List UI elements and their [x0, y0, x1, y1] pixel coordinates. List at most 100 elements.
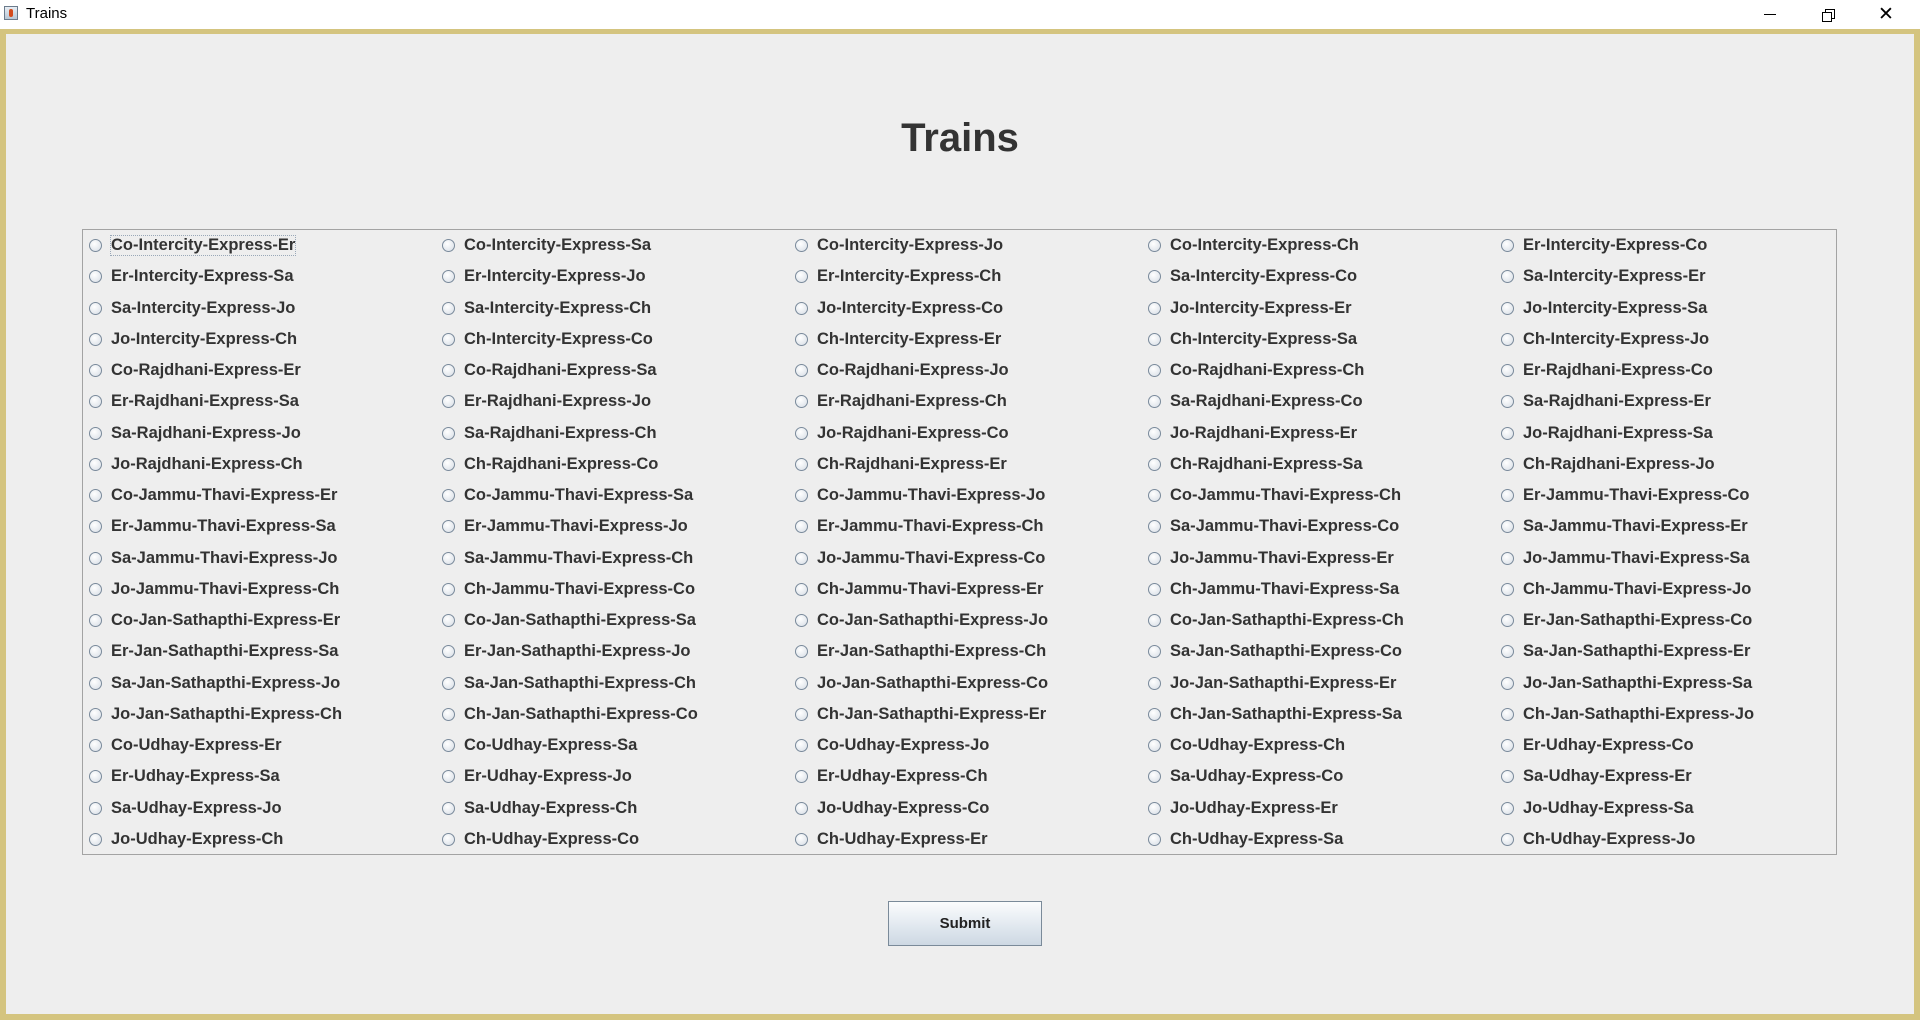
- radio-button[interactable]: [442, 551, 455, 565]
- train-radio-option[interactable]: Ch-Udhay-Express-Er: [789, 824, 1142, 855]
- train-radio-option[interactable]: Co-Jan-Sathapthi-Express-Jo: [789, 605, 1142, 636]
- radio-button[interactable]: [89, 270, 102, 284]
- radio-button[interactable]: [1501, 332, 1514, 346]
- radio-button[interactable]: [89, 395, 102, 409]
- train-radio-option[interactable]: Co-Intercity-Express-Jo: [789, 230, 1142, 261]
- radio-button[interactable]: [89, 489, 102, 503]
- train-radio-option[interactable]: Sa-Rajdhani-Express-Jo: [83, 418, 436, 449]
- train-radio-option[interactable]: Ch-Rajdhani-Express-Sa: [1142, 449, 1495, 480]
- radio-button[interactable]: [89, 739, 102, 753]
- radio-button[interactable]: [795, 739, 808, 753]
- radio-button[interactable]: [795, 582, 808, 596]
- radio-button[interactable]: [89, 301, 102, 315]
- radio-button[interactable]: [89, 614, 102, 628]
- train-radio-option[interactable]: Jo-Jammu-Thavi-Express-Sa: [1495, 543, 1848, 574]
- train-radio-option[interactable]: Sa-Rajdhani-Express-Er: [1495, 386, 1848, 417]
- train-radio-option[interactable]: Er-Rajdhani-Express-Sa: [83, 386, 436, 417]
- radio-button[interactable]: [89, 801, 102, 815]
- train-radio-option[interactable]: Sa-Jammu-Thavi-Express-Er: [1495, 511, 1848, 542]
- radio-button[interactable]: [89, 770, 102, 784]
- radio-button[interactable]: [1501, 551, 1514, 565]
- train-radio-option[interactable]: Sa-Jammu-Thavi-Express-Co: [1142, 511, 1495, 542]
- train-radio-option[interactable]: Co-Jan-Sathapthi-Express-Sa: [436, 605, 789, 636]
- train-radio-option[interactable]: Jo-Intercity-Express-Ch: [83, 324, 436, 355]
- train-radio-option[interactable]: Er-Intercity-Express-Sa: [83, 261, 436, 292]
- train-radio-option[interactable]: Jo-Jan-Sathapthi-Express-Sa: [1495, 668, 1848, 699]
- radio-button[interactable]: [795, 426, 808, 440]
- radio-button[interactable]: [442, 582, 455, 596]
- radio-button[interactable]: [1148, 489, 1161, 503]
- train-radio-option[interactable]: Sa-Intercity-Express-Er: [1495, 261, 1848, 292]
- radio-button[interactable]: [442, 457, 455, 471]
- radio-button[interactable]: [1501, 489, 1514, 503]
- radio-button[interactable]: [442, 739, 455, 753]
- train-radio-option[interactable]: Sa-Jan-Sathapthi-Express-Jo: [83, 668, 436, 699]
- train-radio-option[interactable]: Er-Jammu-Thavi-Express-Jo: [436, 511, 789, 542]
- radio-button[interactable]: [1148, 426, 1161, 440]
- radio-button[interactable]: [442, 645, 455, 659]
- radio-button[interactable]: [1148, 770, 1161, 784]
- train-radio-option[interactable]: Ch-Intercity-Express-Co: [436, 324, 789, 355]
- train-radio-option[interactable]: Ch-Jan-Sathapthi-Express-Er: [789, 699, 1142, 730]
- train-radio-option[interactable]: Er-Jan-Sathapthi-Express-Sa: [83, 636, 436, 667]
- train-radio-option[interactable]: Er-Rajdhani-Express-Jo: [436, 386, 789, 417]
- train-radio-option[interactable]: Co-Jan-Sathapthi-Express-Er: [83, 605, 436, 636]
- radio-button[interactable]: [89, 676, 102, 690]
- train-radio-option[interactable]: Ch-Rajdhani-Express-Co: [436, 449, 789, 480]
- train-radio-option[interactable]: Ch-Jan-Sathapthi-Express-Co: [436, 699, 789, 730]
- radio-button[interactable]: [89, 645, 102, 659]
- radio-button[interactable]: [89, 582, 102, 596]
- radio-button[interactable]: [795, 270, 808, 284]
- train-radio-option[interactable]: Er-Intercity-Express-Ch: [789, 261, 1142, 292]
- train-radio-option[interactable]: Jo-Rajdhani-Express-Er: [1142, 418, 1495, 449]
- radio-button[interactable]: [1148, 832, 1161, 846]
- radio-button[interactable]: [1148, 676, 1161, 690]
- radio-button[interactable]: [1148, 395, 1161, 409]
- train-radio-option[interactable]: Co-Jammu-Thavi-Express-Ch: [1142, 480, 1495, 511]
- radio-button[interactable]: [442, 426, 455, 440]
- train-radio-option[interactable]: Jo-Udhay-Express-Co: [789, 793, 1142, 824]
- radio-button[interactable]: [442, 489, 455, 503]
- train-radio-option[interactable]: Sa-Jan-Sathapthi-Express-Ch: [436, 668, 789, 699]
- radio-button[interactable]: [795, 395, 808, 409]
- train-radio-option[interactable]: Er-Udhay-Express-Sa: [83, 761, 436, 792]
- radio-button[interactable]: [1501, 739, 1514, 753]
- train-radio-option[interactable]: Co-Udhay-Express-Jo: [789, 730, 1142, 761]
- radio-button[interactable]: [1148, 707, 1161, 721]
- radio-button[interactable]: [89, 832, 102, 846]
- train-radio-option[interactable]: Jo-Udhay-Express-Er: [1142, 793, 1495, 824]
- radio-button[interactable]: [442, 676, 455, 690]
- radio-button[interactable]: [442, 832, 455, 846]
- train-radio-option[interactable]: Er-Jan-Sathapthi-Express-Jo: [436, 636, 789, 667]
- train-radio-option[interactable]: Co-Jan-Sathapthi-Express-Ch: [1142, 605, 1495, 636]
- close-button[interactable]: ✕: [1857, 0, 1915, 29]
- radio-button[interactable]: [1148, 614, 1161, 628]
- radio-button[interactable]: [89, 239, 102, 253]
- radio-button[interactable]: [1148, 520, 1161, 534]
- train-radio-option[interactable]: Co-Udhay-Express-Er: [83, 730, 436, 761]
- train-radio-option[interactable]: Jo-Jammu-Thavi-Express-Ch: [83, 574, 436, 605]
- train-radio-option[interactable]: Co-Jammu-Thavi-Express-Sa: [436, 480, 789, 511]
- radio-button[interactable]: [89, 457, 102, 471]
- radio-button[interactable]: [795, 457, 808, 471]
- radio-button[interactable]: [795, 520, 808, 534]
- radio-button[interactable]: [1501, 520, 1514, 534]
- train-radio-option[interactable]: Co-Intercity-Express-Er: [83, 230, 436, 261]
- radio-button[interactable]: [442, 770, 455, 784]
- train-radio-option[interactable]: Jo-Jammu-Thavi-Express-Co: [789, 543, 1142, 574]
- train-radio-option[interactable]: Jo-Intercity-Express-Er: [1142, 293, 1495, 324]
- radio-button[interactable]: [442, 614, 455, 628]
- radio-button[interactable]: [795, 301, 808, 315]
- radio-button[interactable]: [442, 301, 455, 315]
- train-radio-option[interactable]: Sa-Udhay-Express-Er: [1495, 761, 1848, 792]
- train-radio-option[interactable]: Co-Rajdhani-Express-Er: [83, 355, 436, 386]
- radio-button[interactable]: [1148, 582, 1161, 596]
- train-radio-option[interactable]: Co-Rajdhani-Express-Ch: [1142, 355, 1495, 386]
- radio-button[interactable]: [1148, 739, 1161, 753]
- train-radio-option[interactable]: Er-Intercity-Express-Jo: [436, 261, 789, 292]
- radio-button[interactable]: [1501, 801, 1514, 815]
- radio-button[interactable]: [1148, 239, 1161, 253]
- radio-button[interactable]: [1501, 707, 1514, 721]
- radio-button[interactable]: [442, 332, 455, 346]
- radio-button[interactable]: [1148, 270, 1161, 284]
